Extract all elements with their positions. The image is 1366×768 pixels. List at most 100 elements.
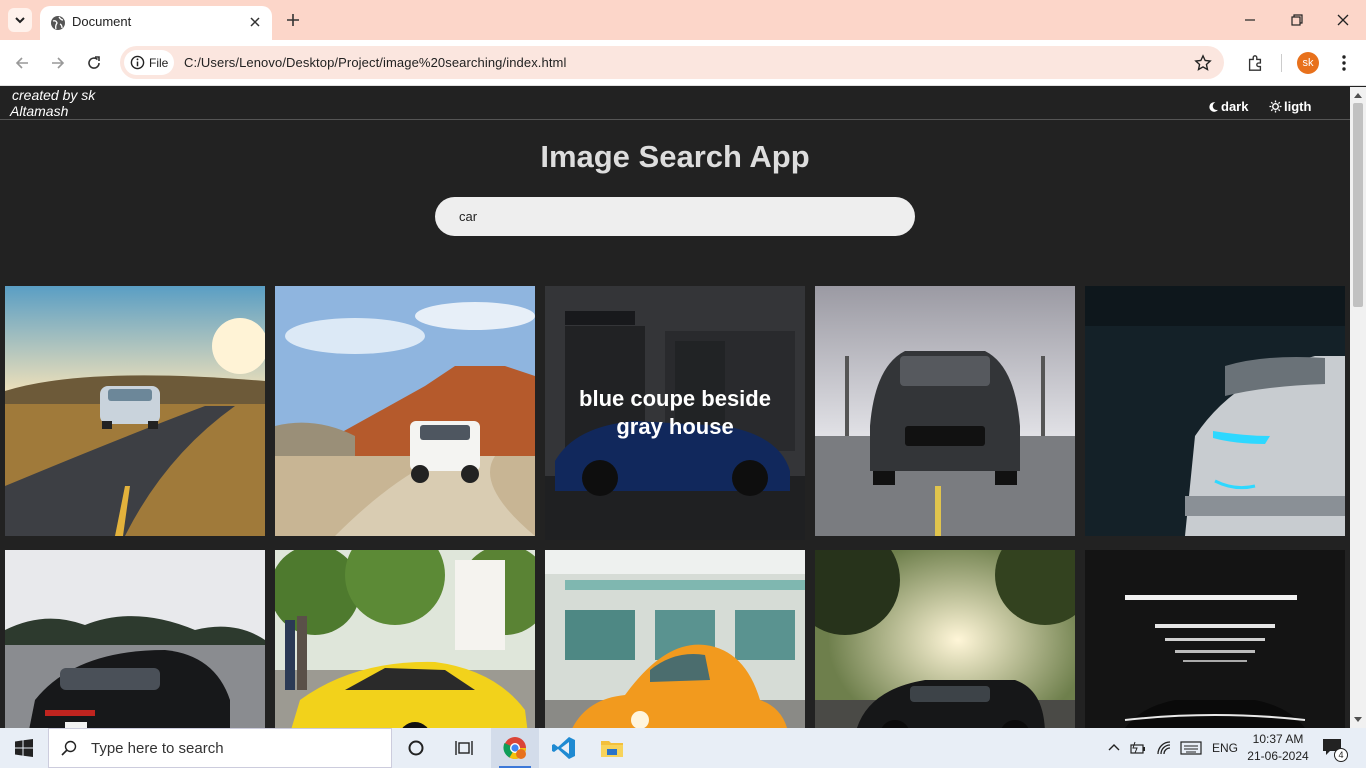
car-photo [5,286,265,536]
browser-tab-strip: Document [0,0,1366,40]
page-title: Image Search App [540,139,810,174]
task-view-icon [455,741,473,755]
back-button[interactable] [10,51,34,75]
clock-time: 10:37 AM [1252,732,1304,746]
dark-mode-button[interactable]: dark [1208,99,1248,114]
car-photo [5,550,265,728]
credit-line-2: Altamash [10,103,69,119]
reload-button[interactable] [82,51,106,75]
arrow-right-icon [52,57,65,69]
minimize-icon [1245,19,1255,21]
language-indicator[interactable]: ENG [1212,741,1238,755]
clock-date: 21-06-2024 [1247,749,1309,763]
wifi-icon[interactable] [1156,740,1172,756]
light-mode-label: ligth [1284,99,1312,114]
credit-text: created by sk Altamash [10,87,110,119]
plus-icon [287,14,299,26]
profile-avatar[interactable]: sk [1297,52,1319,74]
result-image-7[interactable] [275,550,535,728]
result-image-5[interactable] [1085,286,1345,536]
site-info-chip[interactable]: File [124,50,174,75]
result-image-8[interactable] [545,550,805,728]
new-tab-button[interactable] [282,9,304,31]
close-icon [1337,14,1349,26]
task-view-button[interactable] [440,728,488,768]
page-viewport: created by sk Altamash dark ligth Image … [0,87,1350,728]
address-bar[interactable]: File C:/Users/Lenovo/Desktop/Project/ima… [120,46,1224,79]
extensions-button[interactable] [1243,51,1267,75]
browser-menu-button[interactable] [1333,51,1355,75]
notification-center-button[interactable]: 4 [1322,738,1350,762]
arrow-left-icon [15,57,28,69]
keyboard-icon[interactable] [1180,741,1202,755]
tab-close-button[interactable] [246,13,264,31]
close-window-button[interactable] [1331,8,1355,32]
browser-toolbar: File C:/Users/Lenovo/Desktop/Project/ima… [0,40,1366,86]
car-photo [815,550,1075,728]
result-image-10[interactable] [1085,550,1345,728]
star-icon [1194,54,1212,71]
search-input[interactable] [435,197,915,236]
credit-line-1: created by sk [12,87,96,103]
search-icon [61,740,77,756]
taskbar-file-explorer[interactable] [588,728,636,768]
folder-icon [601,741,623,757]
image-caption: blue coupe beside gray house [579,386,771,439]
reload-icon [88,56,100,69]
taskbar-search[interactable]: Type here to search [48,728,392,768]
toolbar-divider [1281,54,1282,72]
restore-button[interactable] [1285,8,1309,32]
taskbar-chrome[interactable] [491,728,539,768]
page-scrollbar[interactable] [1350,87,1366,728]
result-image-3[interactable]: blue coupe beside gray house [545,286,805,540]
result-image-2[interactable] [275,286,535,536]
close-icon [250,17,260,27]
windows-logo-icon [15,739,33,757]
car-photo [1085,286,1345,536]
light-mode-button[interactable]: ligth [1269,99,1311,114]
browser-tab[interactable]: Document [40,6,272,40]
sun-icon [1269,100,1282,113]
minimize-button[interactable] [1238,8,1262,32]
start-button[interactable] [0,728,48,768]
vscode-icon [552,737,575,759]
car-photo [1085,550,1345,728]
tab-search-button[interactable] [8,8,32,32]
chrome-icon [503,737,526,759]
car-photo [275,550,535,728]
cortana-button[interactable] [392,728,440,768]
taskbar-search-placeholder: Type here to search [91,739,224,757]
restore-icon [1291,14,1303,26]
cortana-icon [408,740,424,756]
scroll-thumb[interactable] [1353,103,1363,307]
scroll-up-arrow[interactable] [1354,93,1362,98]
taskbar-vscode[interactable] [540,728,588,768]
scroll-down-arrow[interactable] [1354,717,1362,722]
more-vertical-icon [1342,55,1346,71]
chevron-down-icon [15,17,25,24]
battery-icon[interactable] [1130,741,1146,755]
car-photo [545,550,805,728]
result-image-4[interactable] [815,286,1075,536]
image-caption-overlay: blue coupe beside gray house [545,286,805,540]
chevron-up-icon[interactable] [1108,742,1120,752]
result-image-6[interactable] [5,550,265,728]
puzzle-icon [1248,55,1262,71]
result-image-9[interactable] [815,550,1075,728]
url-text[interactable]: C:/Users/Lenovo/Desktop/Project/image%20… [184,55,566,70]
site-chip-label: File [149,55,169,70]
dark-mode-label: dark [1221,99,1249,114]
notification-count-badge: 4 [1334,748,1348,762]
forward-button[interactable] [46,51,70,75]
moon-icon [1209,101,1219,112]
tab-title: Document [72,14,132,29]
result-image-1[interactable] [5,286,265,536]
car-photo [275,286,535,536]
info-icon [130,55,145,70]
car-photo [815,286,1075,536]
taskbar-clock[interactable]: 10:37 AM 21-06-2024 [1244,731,1312,765]
top-nav: created by sk Altamash dark ligth [0,87,1350,120]
globe-icon [51,16,65,30]
windows-taskbar: Type here to search ENG 10:37 AM 21-06-2… [0,728,1366,768]
bookmark-button[interactable] [1192,52,1214,74]
